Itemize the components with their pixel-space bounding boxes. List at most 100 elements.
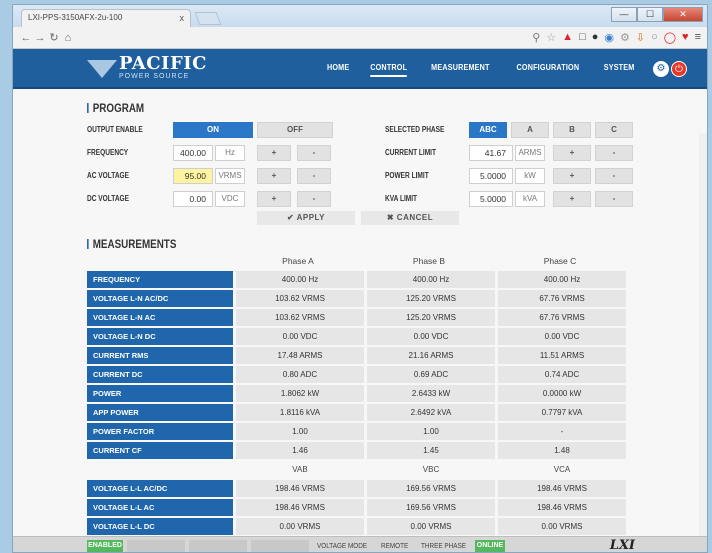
status-phase: THREE PHASE (421, 541, 466, 550)
dc-voltage-plus-button[interactable]: + (257, 191, 291, 207)
current-limit-input[interactable]: 41.67 (469, 145, 513, 161)
kva-limit-input[interactable]: 5.0000 (469, 191, 513, 207)
cell-vab: 198.46 VRMS (236, 499, 364, 516)
power-limit-minus-button[interactable]: - (595, 168, 633, 184)
power-limit-input[interactable]: 5.0000 (469, 168, 513, 184)
line-line-header-row: VAB VBC VCA (87, 461, 627, 478)
nav-configuration[interactable]: CONFIGURATION (517, 62, 580, 77)
settings-icon[interactable]: ⚙ (653, 61, 669, 77)
cell-vca: 198.46 VRMS (498, 480, 626, 497)
extension-gear-icon[interactable]: ⚙ (620, 31, 630, 44)
cell-phase-c: 67.76 VRMS (498, 290, 626, 307)
frequency-input[interactable]: 400.00 (173, 145, 213, 161)
ac-voltage-unit: VRMS (215, 168, 245, 184)
pacific-logo[interactable]: PACIFIC POWER SOURCE (87, 55, 207, 80)
cell-phase-c: - (498, 423, 626, 440)
ac-voltage-plus-button[interactable]: + (257, 168, 291, 184)
current-limit-label: CURRENT LIMIT (385, 148, 437, 157)
phase-a-header: Phase A (282, 256, 314, 266)
current-limit-unit: ARMS (515, 145, 545, 161)
apply-button[interactable]: ✔ APPLY (257, 211, 355, 225)
power-icon[interactable]: ⏻ (671, 61, 687, 77)
kva-limit-minus-button[interactable]: - (595, 191, 633, 207)
cell-phase-c: 1.48 (498, 442, 626, 459)
tab-close-icon[interactable]: x (180, 13, 185, 23)
extension-grey-icon[interactable]: ○ (651, 31, 658, 44)
extension-dark-icon[interactable]: ● (592, 31, 599, 44)
home-icon[interactable]: ⌂ (61, 32, 75, 44)
forward-icon[interactable]: → (33, 32, 47, 44)
table-row: CURRENT DC 0.80 ADC 0.69 ADC 0.74 ADC (87, 366, 627, 383)
close-window-button[interactable]: ✕ (663, 7, 703, 22)
cell-phase-a: 17.48 ARMS (236, 347, 364, 364)
cell-vbc: 169.56 VRMS (367, 480, 495, 497)
cell-phase-a: 0.00 VDC (236, 328, 364, 345)
back-icon[interactable]: ← (19, 32, 33, 44)
table-row: VOLTAGE L-L DC 0.00 VRMS 0.00 VRMS 0.00 … (87, 518, 627, 535)
dc-voltage-minus-button[interactable]: - (297, 191, 331, 207)
output-off-button[interactable]: OFF (257, 122, 333, 138)
cell-phase-a: 1.00 (236, 423, 364, 440)
nav-control[interactable]: CONTROL (370, 62, 408, 77)
maximize-button[interactable]: ☐ (637, 7, 663, 22)
output-on-button[interactable]: ON (173, 122, 253, 138)
nav-system[interactable]: SYSTEM (604, 62, 635, 77)
row-label: VOLTAGE L-L AC (87, 499, 233, 516)
menu-icon[interactable]: ≡ (695, 31, 701, 44)
cell-phase-b: 2.6433 kW (367, 385, 495, 402)
vca-header: VCA (553, 465, 571, 474)
frequency-plus-button[interactable]: + (257, 145, 291, 161)
extension-a-icon[interactable]: ▲ (562, 31, 573, 44)
opera-icon[interactable]: ◯ (664, 31, 676, 44)
row-label: VOLTAGE L-N DC (87, 328, 233, 345)
dc-voltage-label: DC VOLTAGE (87, 194, 130, 203)
extension-red-icon[interactable]: ♥ (682, 31, 689, 44)
phase-c-header: Phase C (543, 256, 577, 266)
cell-phase-c: 0.0000 kW (498, 385, 626, 402)
cell-phase-a: 103.62 VRMS (236, 309, 364, 326)
app-header: PACIFIC POWER SOURCE HOME CONTROL MEASUR… (13, 49, 707, 89)
new-tab-button[interactable] (194, 12, 222, 25)
minimize-button[interactable]: — (611, 7, 637, 22)
search-icon[interactable]: ⚲ (532, 31, 540, 44)
download-icon[interactable]: ⇩ (636, 31, 645, 44)
dc-voltage-input[interactable]: 0.00 (173, 191, 213, 207)
table-row: CURRENT RMS 17.48 ARMS 21.16 ARMS 11.51 … (87, 347, 627, 364)
row-label: CURRENT CF (87, 442, 233, 459)
row-label: FREQUENCY (87, 271, 233, 288)
phase-b-button[interactable]: B (553, 122, 591, 138)
extension-blue-icon[interactable]: ◉ (604, 31, 614, 44)
extension-icons: ⚲ ☆ ▲ □ ● ◉ ⚙ ⇩ ○ ◯ ♥ ≡ (532, 31, 701, 44)
browser-tab[interactable]: LXI-PPS-3150AFX-2u-100 x (21, 9, 191, 27)
current-limit-minus-button[interactable]: - (595, 145, 633, 161)
extension-cast-icon[interactable]: □ (579, 31, 586, 44)
power-limit-plus-button[interactable]: + (553, 168, 591, 184)
ac-voltage-minus-button[interactable]: - (297, 168, 331, 184)
logo-name: PACIFIC (119, 53, 207, 74)
ac-voltage-input[interactable]: 95.00 (173, 168, 213, 184)
frequency-unit: Hz (215, 145, 245, 161)
page-scrollbar[interactable] (699, 133, 707, 536)
phase-a-button[interactable]: A (511, 122, 549, 138)
table-row: POWER 1.8062 kW 2.6433 kW 0.0000 kW (87, 385, 627, 402)
cell-phase-a: 1.8062 kW (236, 385, 364, 402)
reload-icon[interactable]: ↻ (47, 31, 61, 44)
kva-limit-plus-button[interactable]: + (553, 191, 591, 207)
cancel-button[interactable]: ✖ CANCEL (361, 211, 459, 225)
phase-c-button[interactable]: C (595, 122, 633, 138)
nav-measurement[interactable]: MEASUREMENT (431, 62, 489, 77)
main-nav: HOME CONTROL MEASUREMENT CONFIGURATION S… (325, 62, 637, 77)
phase-abc-button[interactable]: ABC (469, 122, 507, 138)
cell-phase-a: 103.62 VRMS (236, 290, 364, 307)
cell-phase-b: 125.20 VRMS (367, 309, 495, 326)
table-row: VOLTAGE L-N DC 0.00 VDC 0.00 VDC 0.00 VD… (87, 328, 627, 345)
cell-phase-b: 1.45 (367, 442, 495, 459)
frequency-minus-button[interactable]: - (297, 145, 331, 161)
cell-phase-b: 400.00 Hz (367, 271, 495, 288)
nav-home[interactable]: HOME (327, 62, 349, 77)
status-enabled-badge: ENABLED (87, 540, 123, 552)
current-limit-plus-button[interactable]: + (553, 145, 591, 161)
cell-phase-b: 1.00 (367, 423, 495, 440)
table-row: APP POWER 1.8116 kVA 2.6492 kVA 0.7797 k… (87, 404, 627, 421)
star-icon[interactable]: ☆ (546, 31, 556, 44)
